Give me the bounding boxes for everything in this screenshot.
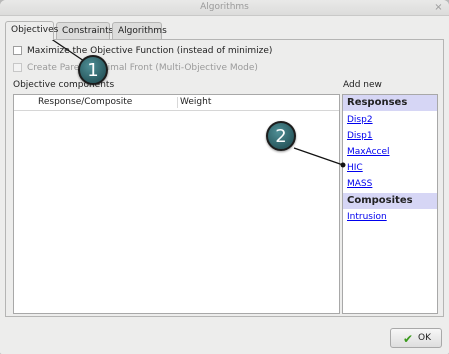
maximize-checkbox[interactable]	[13, 46, 22, 55]
close-icon[interactable]: ×	[434, 3, 443, 13]
group-heading-responses: Responses	[343, 95, 437, 111]
title-bar: Algorithms ×	[0, 0, 449, 16]
response-link-disp2[interactable]: Disp2	[347, 114, 373, 127]
add-new-label: Add new	[343, 80, 382, 90]
response-link-mass[interactable]: MASS	[347, 178, 372, 191]
column-header-response[interactable]: Response/Composite	[38, 97, 132, 107]
response-link-hic[interactable]: HIC	[347, 162, 363, 175]
checkmark-icon: ✔	[403, 332, 414, 346]
pareto-checkbox	[13, 63, 22, 72]
window-title: Algorithms	[200, 2, 249, 12]
response-link-maxaccel[interactable]: MaxAccel	[347, 146, 390, 159]
pareto-label: Create Pareto Optimal Front (Multi-Objec…	[27, 63, 258, 73]
column-separator	[177, 97, 178, 108]
tab-constraints[interactable]: Constraints	[56, 22, 113, 39]
algorithms-dialog: Algorithms × Objectives Constraints Algo…	[0, 0, 449, 354]
add-new-list: Responses Disp2 Disp1 MaxAccel HIC MASS …	[342, 94, 438, 314]
composite-link-intrusion[interactable]: Intrusion	[347, 211, 387, 224]
table-header: Response/Composite Weight	[14, 95, 339, 111]
ok-button-label: OK	[418, 333, 431, 343]
objectives-panel: Maximize the Objective Function (instead…	[5, 39, 444, 317]
tab-objectives[interactable]: Objectives	[5, 21, 58, 40]
group-heading-composites: Composites	[343, 193, 437, 209]
response-link-disp1[interactable]: Disp1	[347, 130, 373, 143]
tab-algorithms[interactable]: Algorithms	[112, 22, 167, 39]
maximize-label: Maximize the Objective Function (instead…	[27, 46, 273, 56]
callout-marker-1: 1	[78, 55, 108, 85]
ok-button[interactable]: ✔ OK	[390, 328, 442, 348]
callout-marker-2: 2	[266, 121, 296, 151]
column-header-weight[interactable]: Weight	[180, 97, 211, 107]
